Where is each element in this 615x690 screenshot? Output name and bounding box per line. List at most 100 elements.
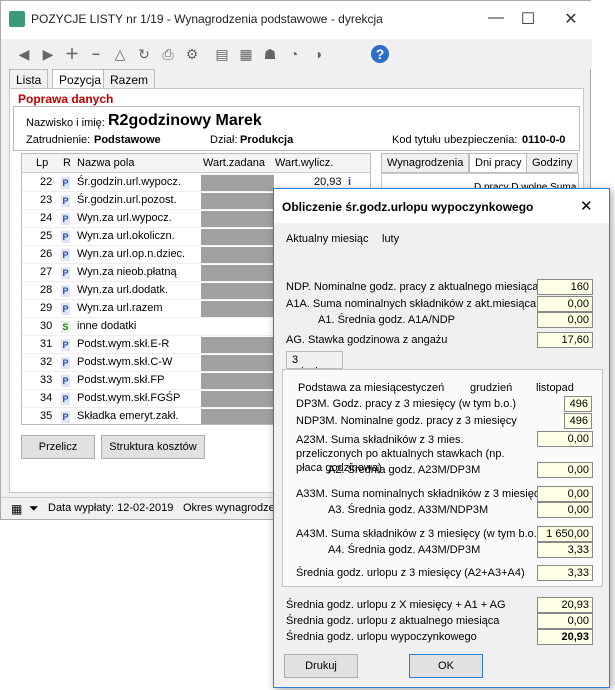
info-icon[interactable]: i <box>348 176 351 188</box>
row-set-value[interactable] <box>201 229 274 245</box>
dialog-title: Obliczenie śr.godz.urlopu wypoczynkowego <box>282 200 534 214</box>
app-icon <box>9 11 25 27</box>
tab-wynagrodzenia[interactable]: Wynagrodzenia <box>381 153 470 173</box>
report-icon[interactable]: ▤ <box>213 45 231 63</box>
a1a-field[interactable]: 0,00 <box>537 296 593 312</box>
row-set-value[interactable] <box>201 175 274 191</box>
add-icon[interactable]: ＋ <box>63 45 81 63</box>
col-r[interactable]: R <box>63 157 71 169</box>
dept-value: Produkcja <box>240 134 294 146</box>
refresh-icon[interactable]: ↻ <box>135 45 153 63</box>
sync-icon[interactable]: ◑ <box>309 45 327 63</box>
history-icon[interactable]: ◔ <box>285 45 303 63</box>
a2-label: A2. Średnia godz. A23M/DP3M <box>328 464 481 476</box>
month-1: styczeń <box>407 382 445 394</box>
settings-icon[interactable]: ⚙ <box>183 45 201 63</box>
chart-icon[interactable]: ▦ <box>237 45 255 63</box>
row-set-value[interactable] <box>201 409 274 424</box>
row-calc-value[interactable]: 20,93 <box>314 176 342 188</box>
avgx-field[interactable]: 20,93 <box>537 597 593 613</box>
row-name: inne dodatki <box>77 320 137 332</box>
row-type-icon: P <box>61 357 70 369</box>
row-type-icon: P <box>61 249 70 261</box>
pay-date: Data wypłaty: 12-02-2019 <box>48 502 174 514</box>
avgcur-field[interactable]: 0,00 <box>537 613 593 629</box>
row-set-value[interactable] <box>201 283 274 299</box>
ag-field[interactable]: 17,60 <box>537 332 593 348</box>
months-label: Podstawa za miesiące <box>298 382 408 394</box>
filter-icon[interactable]: ⏷ <box>29 501 39 516</box>
delete-icon[interactable]: − <box>87 45 105 63</box>
col-calc[interactable]: Wart.wylicz. <box>275 157 333 169</box>
a1-field[interactable]: 0,00 <box>537 312 593 328</box>
row-lp: 27 <box>40 266 53 278</box>
help-icon[interactable]: ? <box>371 45 389 63</box>
row-lp: 31 <box>40 338 53 350</box>
row-lp: 33 <box>40 374 53 386</box>
next-record-icon[interactable]: ▶ <box>39 45 57 63</box>
row-set-value[interactable] <box>201 211 274 227</box>
row-set-value[interactable] <box>201 373 274 389</box>
row-name: Śr.godzin.url.pozost. <box>77 194 177 206</box>
users-icon[interactable]: ☗ <box>261 45 279 63</box>
row-set-value[interactable] <box>201 301 274 317</box>
dialog-close-button[interactable]: ✕ <box>580 197 593 215</box>
row-name: Wyn.za url.wypocz. <box>77 212 172 224</box>
grid-header: Lp R Nazwa pola Wart.zadana Wart.wylicz. <box>22 154 370 173</box>
a23m-field[interactable]: 0,00 <box>537 431 593 447</box>
print-button[interactable]: Drukuj <box>284 654 358 678</box>
a4-field[interactable]: 3,33 <box>537 542 593 558</box>
row-lp: 29 <box>40 302 53 314</box>
first-record-icon[interactable]: ◀ <box>15 45 33 63</box>
tab-godziny[interactable]: Godziny <box>526 153 579 173</box>
row-set-value[interactable] <box>201 193 274 209</box>
a2-field[interactable]: 0,00 <box>537 462 593 478</box>
minimize-button[interactable]: — <box>481 9 511 27</box>
ndp-field[interactable]: 160 <box>537 279 593 295</box>
a33m-field[interactable]: 0,00 <box>537 486 593 502</box>
col-name[interactable]: Nazwa pola <box>77 157 134 169</box>
row-type-icon: P <box>61 303 70 315</box>
tab-razem[interactable]: Razem <box>103 69 156 89</box>
insurance-code-label: Kod tytułu ubezpieczenia: <box>392 134 518 146</box>
row-set-value[interactable] <box>201 265 274 281</box>
table-icon[interactable]: ▦ <box>11 502 22 516</box>
row-type-icon: P <box>61 195 70 207</box>
row-name: Wyn.za nieob.płatną <box>77 266 177 278</box>
row-set-value[interactable] <box>201 337 274 353</box>
edit-icon[interactable]: △ <box>111 45 129 63</box>
tab-dni-pracy[interactable]: Dni pracy <box>469 153 528 173</box>
row-set-value[interactable] <box>201 355 274 371</box>
dept-label: Dział: <box>210 134 238 146</box>
maximize-button[interactable]: ☐ <box>513 9 543 29</box>
avgcur-label: Średnia godz. urlopu z aktualnego miesią… <box>286 615 500 627</box>
row-lp: 22 <box>40 176 53 188</box>
tab-3-months[interactable]: 3 miesiące <box>286 351 343 378</box>
dialog-title-bar: Obliczenie śr.godz.urlopu wypoczynkowego… <box>274 189 609 223</box>
row-set-value[interactable] <box>201 247 274 263</box>
ndp3m-field[interactable]: 496 <box>564 413 592 429</box>
ag-label: AG. Stawka godzinowa z angażu <box>286 334 448 346</box>
tab-lista[interactable]: Lista <box>9 69 49 89</box>
tab-pozycja[interactable]: Pozycja <box>52 69 109 89</box>
dp3m-field[interactable]: 496 <box>564 396 592 412</box>
employee-name: R2godzinowy Marek <box>108 112 262 129</box>
cost-structure-button[interactable]: Struktura kosztów <box>101 435 205 459</box>
row-type-icon: P <box>61 213 70 225</box>
col-set[interactable]: Wart.zadana <box>203 157 265 169</box>
a33m-label: A33M. Suma nominalnych składników z 3 mi… <box>296 488 545 500</box>
a43m-label: A43M. Suma składników z 3 miesięcy (w ty… <box>296 528 541 540</box>
print-icon[interactable]: ⎙ <box>159 45 177 63</box>
a3-field[interactable]: 0,00 <box>537 502 593 518</box>
row-set-value[interactable] <box>201 391 274 407</box>
recalc-button[interactable]: Przelicz <box>21 435 95 459</box>
a43m-field[interactable]: 1 650,00 <box>537 526 593 542</box>
col-lp[interactable]: Lp <box>36 157 48 169</box>
ok-button[interactable]: OK <box>409 654 483 678</box>
avgfinal-field[interactable]: 20,93 <box>537 629 593 645</box>
close-button[interactable]: ✕ <box>556 9 586 29</box>
avg3-field[interactable]: 3,33 <box>537 565 593 581</box>
title-bar: POZYCJE LISTY nr 1/19 - Wynagrodzenia po… <box>1 1 592 39</box>
window-title: POZYCJE LISTY nr 1/19 - Wynagrodzenia po… <box>31 12 383 26</box>
row-name: Podst.wym.skł.FGŚP <box>77 392 181 404</box>
